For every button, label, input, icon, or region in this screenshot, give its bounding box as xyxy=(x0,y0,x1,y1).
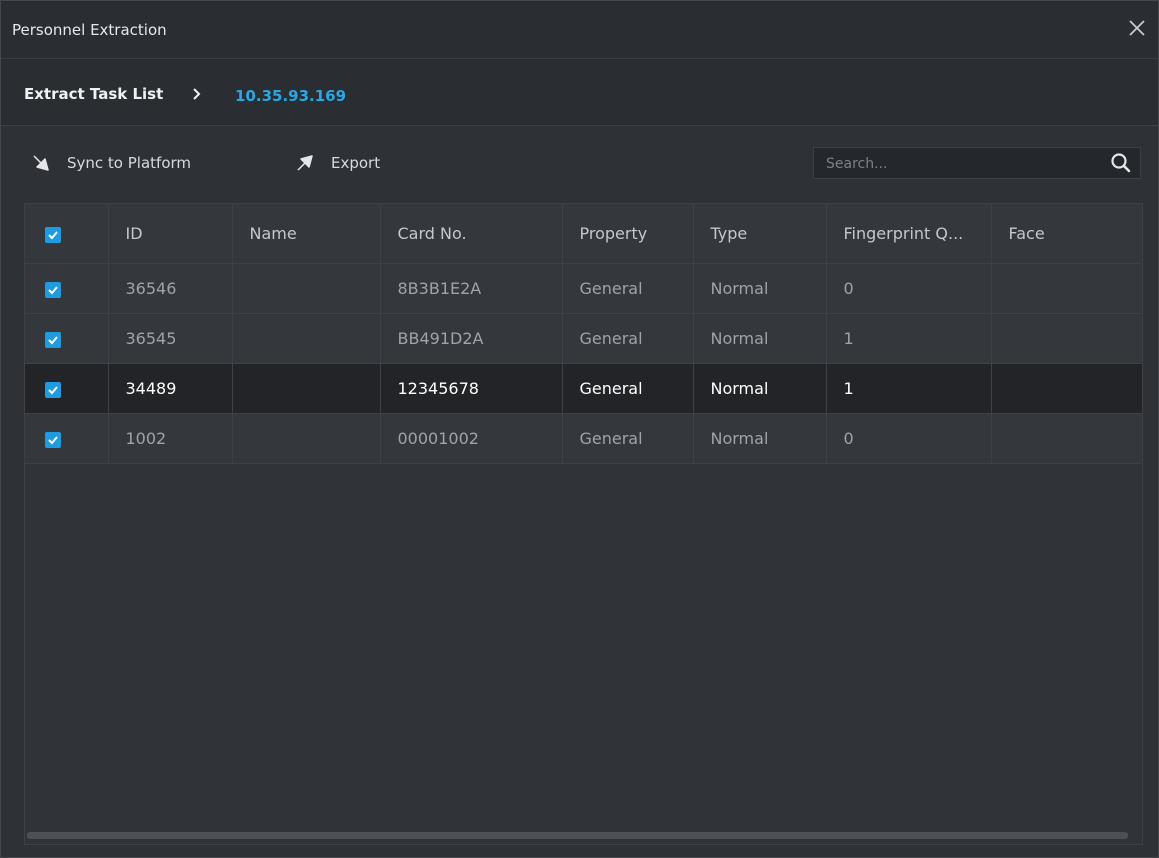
cell-face xyxy=(991,413,1142,464)
window-title: Personnel Extraction xyxy=(12,21,167,39)
title-bar: Personnel Extraction xyxy=(1,1,1158,59)
cell-name xyxy=(232,413,381,464)
chevron-right-icon xyxy=(193,88,201,100)
column-header-property[interactable]: Property xyxy=(562,204,694,264)
cell-name xyxy=(232,313,381,364)
table-row[interactable]: 36546 8B3B1E2A General Normal 0 xyxy=(25,263,1142,314)
table-row[interactable]: 1002 00001002 General Normal 0 xyxy=(25,413,1142,464)
cell-card-no: 8B3B1E2A xyxy=(380,263,563,314)
row-checkbox[interactable] xyxy=(45,381,61,398)
row-select-cell xyxy=(25,363,109,414)
table-row[interactable]: 36545 BB491D2A General Normal 1 xyxy=(25,313,1142,364)
column-header-type[interactable]: Type xyxy=(693,204,827,264)
cell-face xyxy=(991,263,1142,314)
personnel-table: ID Name Card No. Property Type Fingerpri… xyxy=(24,203,1143,845)
column-header-card-no[interactable]: Card No. xyxy=(380,204,563,264)
cell-name xyxy=(232,263,381,314)
row-checkbox[interactable] xyxy=(45,431,61,448)
arrow-down-right-icon xyxy=(33,155,49,171)
checkmark-icon xyxy=(48,285,58,294)
select-all-checkbox[interactable] xyxy=(45,226,61,243)
row-select-cell xyxy=(25,413,109,464)
column-header-fingerprint-quantity[interactable]: Fingerprint Q... xyxy=(826,204,992,264)
cell-id: 36546 xyxy=(108,263,233,314)
header-select-all xyxy=(25,204,109,264)
cell-type: Normal xyxy=(693,263,827,314)
export-label: Export xyxy=(331,154,381,172)
sync-label: Sync to Platform xyxy=(67,154,192,172)
export-button[interactable]: Export xyxy=(295,152,380,174)
cell-property: General xyxy=(562,413,694,464)
checkmark-icon xyxy=(48,335,58,344)
cell-id: 1002 xyxy=(108,413,233,464)
close-icon[interactable] xyxy=(1124,15,1150,41)
cell-card-no: BB491D2A xyxy=(380,313,563,364)
cell-card-no: 12345678 xyxy=(380,363,563,414)
checkmark-icon xyxy=(48,230,58,239)
column-header-face[interactable]: Face xyxy=(991,204,1142,264)
cell-id: 34489 xyxy=(108,363,233,414)
horizontal-scrollbar[interactable] xyxy=(27,832,1128,839)
table-header-row: ID Name Card No. Property Type Fingerpri… xyxy=(25,204,1142,264)
row-checkbox[interactable] xyxy=(45,331,61,348)
column-header-id[interactable]: ID xyxy=(108,204,233,264)
cell-fingerprint: 1 xyxy=(826,363,992,414)
cell-property: General xyxy=(562,363,694,414)
cell-name xyxy=(232,363,381,414)
row-select-cell xyxy=(25,263,109,314)
breadcrumb-current-device: 10.35.93.169 xyxy=(235,87,347,105)
cell-fingerprint: 1 xyxy=(826,313,992,364)
cell-face xyxy=(991,363,1142,414)
cell-face xyxy=(991,313,1142,364)
breadcrumb-extract-task-list[interactable]: Extract Task List xyxy=(24,85,163,103)
cell-property: General xyxy=(562,313,694,364)
checkmark-icon xyxy=(48,385,58,394)
checkmark-icon xyxy=(48,435,58,444)
row-checkbox[interactable] xyxy=(45,281,61,298)
sync-to-platform-button[interactable]: Sync to Platform xyxy=(31,152,191,174)
cell-card-no: 00001002 xyxy=(380,413,563,464)
cell-type: Normal xyxy=(693,363,827,414)
cell-fingerprint: 0 xyxy=(826,413,992,464)
arrow-up-right-icon xyxy=(297,155,313,171)
search-icon[interactable] xyxy=(1110,152,1132,174)
cell-type: Normal xyxy=(693,413,827,464)
cell-type: Normal xyxy=(693,313,827,364)
row-select-cell xyxy=(25,313,109,364)
column-header-name[interactable]: Name xyxy=(232,204,381,264)
table-row-selected[interactable]: 34489 12345678 General Normal 1 xyxy=(25,363,1142,414)
cell-fingerprint: 0 xyxy=(826,263,992,314)
search-input[interactable] xyxy=(824,148,1098,180)
cell-id: 36545 xyxy=(108,313,233,364)
breadcrumb: Extract Task List 10.35.93.169 xyxy=(1,59,1158,126)
personnel-extraction-dialog: Personnel Extraction Extract Task List 1… xyxy=(0,0,1159,858)
cell-property: General xyxy=(562,263,694,314)
toolbar: Sync to Platform Export xyxy=(1,127,1158,197)
search-box xyxy=(813,147,1141,180)
